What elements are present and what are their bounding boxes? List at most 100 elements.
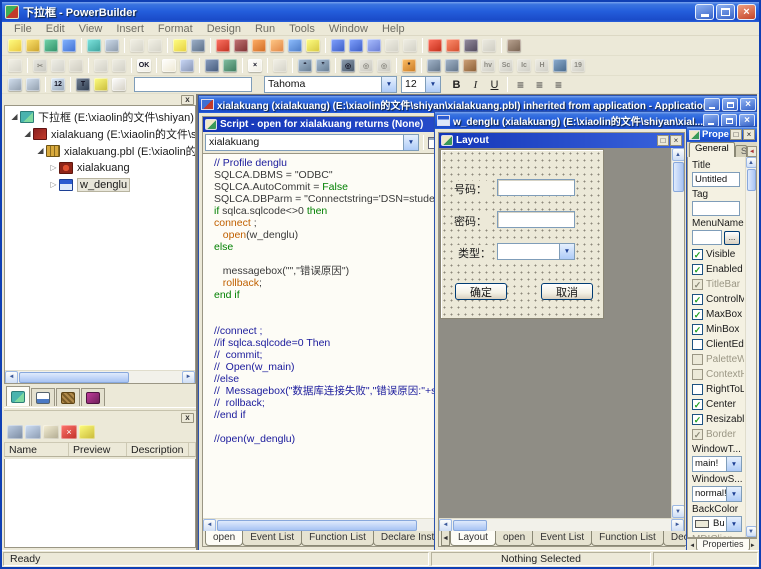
close-tree-panel-button[interactable]: x [181, 95, 194, 105]
scroll-down-icon[interactable]: ▼ [672, 505, 685, 518]
scroll-thumb[interactable] [747, 169, 756, 191]
maximize-pane-button[interactable]: □ [730, 129, 742, 140]
clip-column-description[interactable]: Description [127, 443, 189, 456]
menu-file[interactable]: File [7, 23, 39, 35]
scroll-up-icon[interactable]: ▲ [746, 157, 757, 168]
menu-insert[interactable]: Insert [109, 23, 151, 35]
tree-item-w-denglu[interactable]: ▷w_denglu [5, 176, 195, 193]
script-tab-event-list[interactable]: Event List [242, 531, 302, 546]
tab-workspace-view[interactable] [6, 386, 30, 406]
function-painter-button[interactable] [268, 37, 286, 54]
expand-icon[interactable]: ▷ [48, 180, 59, 189]
scroll-left-icon[interactable]: ◄ [5, 371, 18, 384]
chevron-down-icon[interactable]: ▼ [726, 487, 741, 501]
align-right-button[interactable]: ≡ [549, 77, 568, 93]
close-button[interactable]: × [737, 4, 756, 20]
chevron-down-icon[interactable]: ▼ [726, 517, 741, 531]
browse-button[interactable]: ... [724, 231, 740, 245]
delete-clip-icon[interactable]: × [61, 425, 77, 439]
checkbox-maxbox[interactable]: ✓MaxBox [692, 307, 744, 322]
form-dropdown[interactable]: ▼ [497, 243, 575, 260]
tree-item-application-object[interactable]: ▷xialakuang [5, 159, 195, 176]
script-view-button[interactable] [203, 57, 221, 74]
close-clip-panel-button[interactable]: x [181, 413, 194, 423]
text-value-input[interactable] [134, 77, 252, 92]
rename-clip-icon[interactable] [43, 425, 59, 439]
chevron-down-icon[interactable]: ▼ [726, 457, 741, 471]
checkbox-minbox[interactable]: ✓MinBox [692, 322, 744, 337]
run-window-button[interactable] [42, 37, 60, 54]
menu-format[interactable]: Format [151, 23, 200, 35]
checkbox-righttol[interactable]: RightToL [692, 382, 744, 397]
tab-scroll[interactable]: Scro [735, 145, 747, 157]
connect-database-button[interactable] [461, 57, 479, 74]
scroll-right-icon[interactable]: ► [182, 371, 195, 384]
design-form[interactable]: 号码：密码：类型：▼确定取消 [440, 149, 604, 319]
tab-scroll-right-icon[interactable]: ► [749, 539, 757, 550]
close-icon[interactable]: × [740, 98, 756, 111]
paste-clip-icon[interactable] [7, 425, 23, 439]
expand-icon[interactable]: ▷ [48, 163, 59, 172]
clip-column-name[interactable]: Name [5, 443, 69, 456]
cancel-button[interactable]: 取消 [541, 283, 593, 300]
tree-item-pbl[interactable]: ◢xialakuang.pbl (E:\xiaolin的文件 [5, 142, 195, 159]
application-painter-button[interactable] [214, 37, 232, 54]
property-dropdown[interactable]: Bu▼ [692, 516, 742, 532]
property-dropdown[interactable]: normal!▼ [692, 486, 742, 502]
chevron-down-icon[interactable]: ▼ [559, 244, 574, 259]
workspace-painter-button[interactable] [85, 37, 103, 54]
tab-clip-view[interactable] [81, 388, 105, 406]
report-painter-button[interactable] [347, 37, 365, 54]
form-text-input-1[interactable] [497, 211, 575, 228]
compile-button[interactable]: * [400, 57, 418, 74]
menu-edit[interactable]: Edit [39, 23, 72, 35]
menu-tools[interactable]: Tools [282, 23, 322, 35]
layout-vertical-scrollbar[interactable]: ▲ ▼ [671, 148, 684, 518]
checkbox-enabled[interactable]: ✓Enabled [692, 262, 744, 277]
property-dropdown[interactable]: main!▼ [692, 456, 742, 472]
data-view-button[interactable] [365, 37, 383, 54]
layout-canvas[interactable]: 号码：密码：类型：▼确定取消 ▲ ▼ [439, 148, 684, 518]
tree-item-target[interactable]: ◢xialakuang (E:\xiaolin的文件\shiyan) [5, 125, 195, 142]
checkbox-controlm[interactable]: ✓ControlM [692, 292, 744, 307]
clip-list[interactable] [4, 459, 196, 548]
restore-button[interactable] [716, 4, 735, 20]
tree-horizontal-scrollbar[interactable]: ◄ ► [5, 370, 195, 383]
panel-splitter[interactable] [4, 407, 196, 411]
close-pane-button[interactable]: × [670, 135, 682, 146]
minimize-button[interactable] [695, 4, 714, 20]
tab-properties[interactable]: Properties [696, 539, 749, 550]
menuname-input[interactable] [692, 230, 722, 245]
layout-tab-layout[interactable]: Layout [450, 531, 496, 546]
scroll-down-icon[interactable]: ▼ [746, 526, 757, 537]
find-text-button[interactable]: ◎ [339, 57, 357, 74]
tab-order-button[interactable]: 12 [49, 76, 67, 93]
user-object-painter-button[interactable] [250, 37, 268, 54]
ok-dropdown-button[interactable]: OK [135, 57, 153, 74]
menu-view[interactable]: View [72, 23, 110, 35]
datawindow-painter-button[interactable] [329, 37, 347, 54]
clip-column-preview[interactable]: Preview [69, 443, 127, 456]
db-administration-button[interactable] [443, 57, 461, 74]
find-object-button[interactable] [221, 57, 239, 74]
debug-button[interactable] [426, 37, 444, 54]
data-pipeline-button[interactable] [286, 37, 304, 54]
bring-to-front-button[interactable] [6, 76, 24, 93]
maximize-pane-button[interactable]: □ [657, 135, 669, 146]
script-tab-open[interactable]: open [205, 531, 243, 546]
checkbox-cliented[interactable]: ClientEd [692, 337, 744, 352]
text-properties-button[interactable]: T [74, 76, 92, 93]
chevron-down-icon[interactable]: ▼ [425, 77, 440, 92]
properties-sheet-button[interactable] [178, 57, 196, 74]
tab-scroll-left-icon[interactable]: ◄ [747, 146, 757, 157]
layout-tab-open[interactable]: open [495, 531, 533, 546]
underline-button[interactable]: U [485, 77, 504, 93]
form-text-input-0[interactable] [497, 179, 575, 196]
menu-help[interactable]: Help [375, 23, 412, 35]
bold-button[interactable]: B [447, 77, 466, 93]
scroll-thumb[interactable] [673, 162, 684, 192]
checkbox-resizable[interactable]: ✓Resizable [692, 412, 744, 427]
scroll-left-icon[interactable]: ◄ [439, 519, 452, 532]
object-browser-button[interactable] [60, 37, 78, 54]
scroll-up-icon[interactable]: ▲ [672, 148, 685, 161]
